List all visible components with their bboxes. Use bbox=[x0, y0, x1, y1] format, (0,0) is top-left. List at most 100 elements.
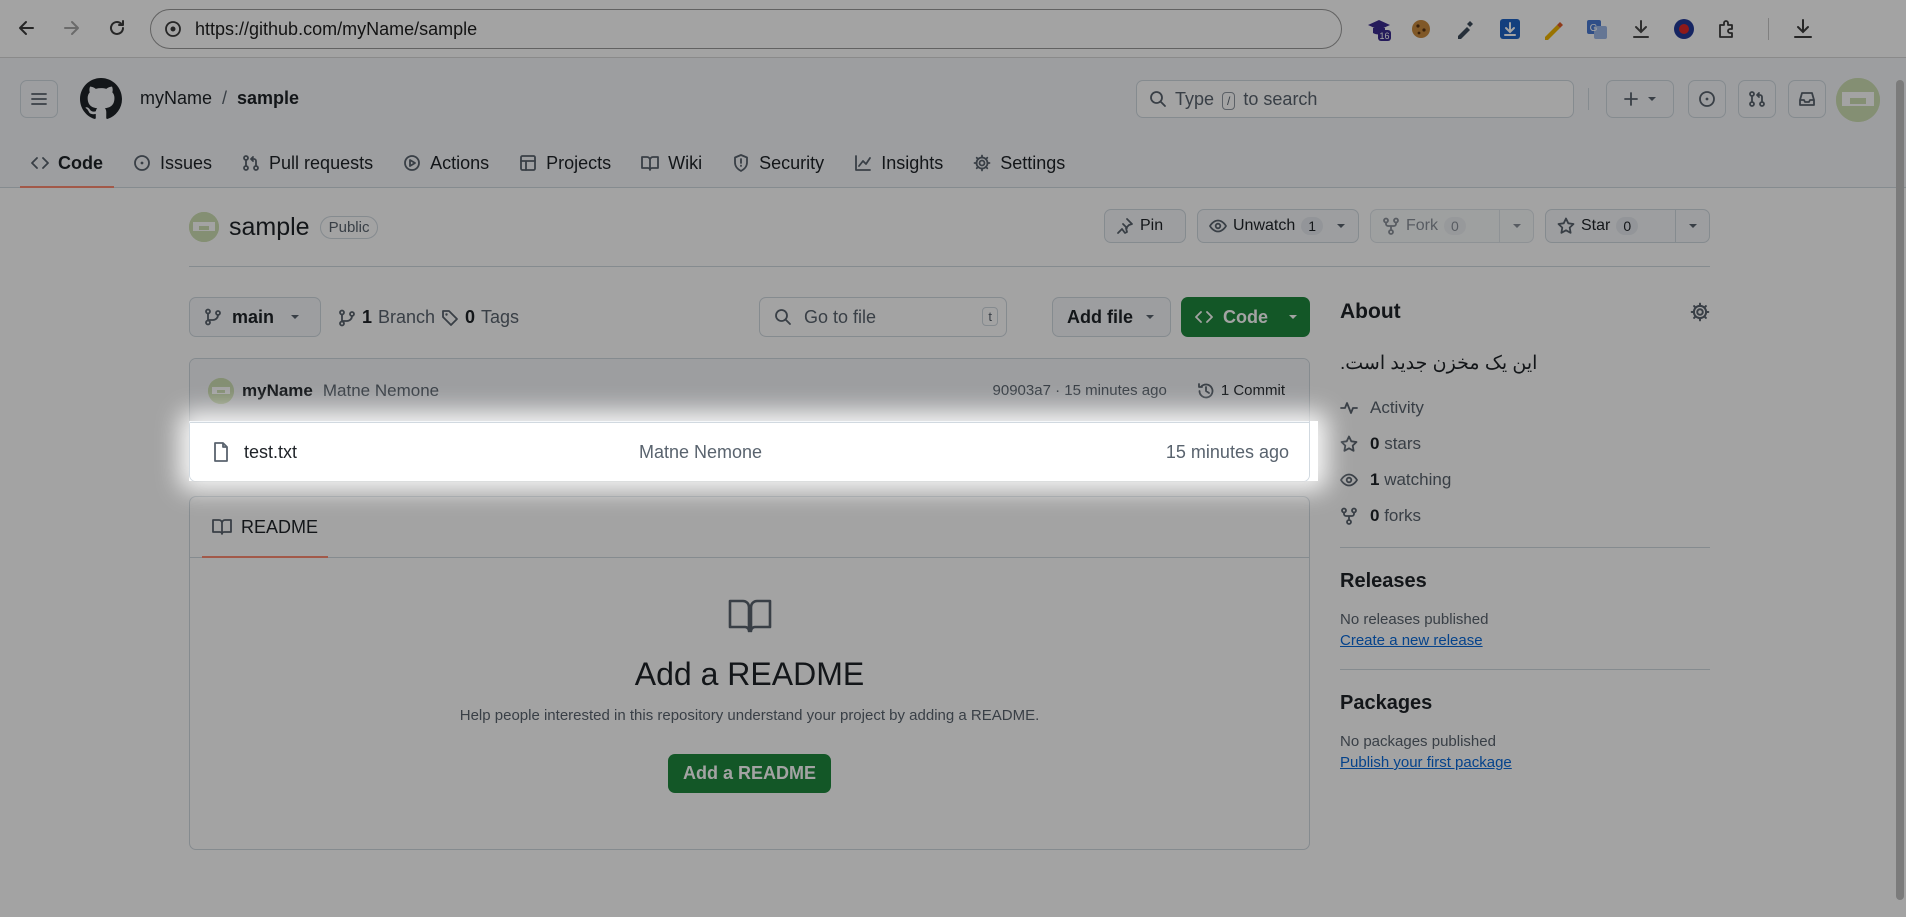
commit-author[interactable]: myName bbox=[242, 381, 313, 401]
branches-link[interactable]: 1 Branch bbox=[338, 307, 435, 328]
commit-history-link[interactable]: 1 Commit bbox=[1187, 376, 1295, 406]
chevron-down-icon bbox=[1289, 315, 1297, 319]
releases-title[interactable]: Releases bbox=[1340, 570, 1710, 593]
fork-dropdown[interactable] bbox=[1499, 210, 1533, 242]
add-file-button[interactable]: Add file bbox=[1052, 297, 1171, 337]
code-icon bbox=[31, 157, 49, 169]
play-icon bbox=[404, 155, 420, 171]
repo-name[interactable]: sample bbox=[229, 213, 310, 242]
search-input[interactable]: Type / to search bbox=[1136, 80, 1574, 118]
reload-button[interactable] bbox=[102, 13, 132, 43]
pin-icon bbox=[1117, 218, 1133, 234]
tab-label: Security bbox=[759, 152, 825, 173]
publish-package-link[interactable]: Publish your first package bbox=[1340, 754, 1710, 771]
github-logo-icon[interactable] bbox=[80, 78, 122, 120]
tab-label: Wiki bbox=[668, 152, 703, 173]
branch-icon bbox=[205, 308, 221, 326]
eye-icon bbox=[1209, 219, 1227, 233]
gear-icon[interactable] bbox=[1690, 302, 1710, 322]
tab-label: Actions bbox=[430, 152, 490, 173]
tab-code[interactable]: Code bbox=[20, 138, 114, 188]
about-header: About bbox=[1340, 300, 1710, 324]
forks-link[interactable]: 0 forks bbox=[1340, 505, 1710, 527]
issues-button[interactable] bbox=[1688, 80, 1726, 118]
create-new-button[interactable] bbox=[1606, 80, 1674, 118]
toolbar-separator bbox=[1768, 18, 1769, 40]
commit-hash-time[interactable]: 90903a7 · 15 minutes ago bbox=[993, 382, 1167, 399]
extension-graduation-icon[interactable]: 16 bbox=[1366, 16, 1392, 42]
stars-count: 0 bbox=[1370, 434, 1380, 453]
forward-button[interactable] bbox=[56, 13, 86, 43]
tab-pull-requests[interactable]: Pull requests bbox=[231, 138, 384, 188]
breadcrumb-separator: / bbox=[222, 88, 228, 108]
activity-link[interactable]: Activity bbox=[1340, 397, 1710, 419]
create-release-link[interactable]: Create a new release bbox=[1340, 632, 1710, 649]
inbox-icon bbox=[1799, 92, 1815, 106]
tab-label: Settings bbox=[1000, 152, 1066, 173]
branch-selector[interactable]: main bbox=[189, 297, 321, 337]
downloads-tray-icon[interactable] bbox=[1790, 16, 1816, 42]
pull-requests-button[interactable] bbox=[1738, 80, 1776, 118]
tab-settings[interactable]: Settings bbox=[962, 138, 1076, 188]
tab-label: Pull requests bbox=[269, 152, 374, 173]
file-name[interactable]: test.txt bbox=[244, 442, 639, 463]
repo-link[interactable]: sample bbox=[237, 88, 299, 109]
tab-security[interactable]: Security bbox=[721, 138, 835, 188]
code-button[interactable]: Code bbox=[1181, 297, 1310, 337]
file-commit-message[interactable]: Matne Nemone bbox=[639, 442, 762, 463]
code-label: Code bbox=[1223, 306, 1268, 327]
issue-icon bbox=[134, 155, 150, 171]
site-info-icon[interactable] bbox=[163, 19, 183, 39]
sidebar-divider bbox=[1340, 669, 1710, 670]
pin-button[interactable]: Pin bbox=[1104, 209, 1186, 243]
highlighter-extension-icon[interactable] bbox=[1540, 16, 1566, 42]
table-icon bbox=[520, 155, 537, 171]
about-title: About bbox=[1340, 300, 1401, 323]
fork-button[interactable]: Fork 0 bbox=[1370, 209, 1534, 243]
unwatch-button[interactable]: Unwatch 1 bbox=[1197, 209, 1359, 243]
extensions-puzzle-icon[interactable] bbox=[1714, 16, 1740, 42]
tag-label: Tags bbox=[481, 307, 520, 327]
file-row[interactable]: test.txt Matne Nemone 15 minutes ago bbox=[190, 423, 1309, 481]
tags-link[interactable]: 0 Tags bbox=[441, 307, 519, 328]
chevron-down-icon bbox=[1688, 224, 1697, 228]
watching-link[interactable]: 1 watching bbox=[1340, 469, 1710, 491]
packages-title[interactable]: Packages bbox=[1340, 692, 1710, 715]
tab-issues[interactable]: Issues bbox=[122, 138, 223, 188]
user-avatar[interactable] bbox=[1836, 78, 1880, 122]
page-scrollbar[interactable] bbox=[1896, 80, 1904, 900]
fork-counter: 0 bbox=[1444, 217, 1466, 235]
readme-tab[interactable]: README bbox=[202, 497, 329, 558]
star-dropdown[interactable] bbox=[1675, 210, 1709, 242]
stars-link[interactable]: 0 stars bbox=[1340, 433, 1710, 455]
tab-wiki[interactable]: Wiki bbox=[630, 138, 713, 188]
tab-projects[interactable]: Projects bbox=[508, 138, 622, 188]
chevron-down-icon bbox=[1648, 97, 1656, 101]
owner-link[interactable]: myName bbox=[140, 88, 212, 109]
star-button[interactable]: Star 0 bbox=[1545, 209, 1710, 243]
commit-message[interactable]: Matne Nemone bbox=[323, 381, 439, 401]
cookie-extension-icon[interactable] bbox=[1408, 16, 1434, 42]
book-icon bbox=[728, 598, 772, 634]
forward-arrow-icon bbox=[64, 21, 79, 35]
readme-title: Add a README bbox=[634, 656, 865, 692]
bug-extension-icon[interactable] bbox=[1671, 16, 1697, 42]
chevron-down-icon[interactable] bbox=[1336, 221, 1346, 231]
eyedropper-extension-icon[interactable] bbox=[1452, 16, 1478, 42]
tab-insights[interactable]: Insights bbox=[843, 138, 954, 188]
extension-badge: 16 bbox=[1379, 31, 1389, 41]
add-readme-button[interactable]: Add a README bbox=[667, 754, 831, 793]
branch-icon bbox=[339, 309, 355, 326]
star-label: Star bbox=[1581, 217, 1611, 234]
tab-actions[interactable]: Actions bbox=[392, 138, 500, 188]
translate-extension-icon[interactable]: G bbox=[1584, 16, 1610, 42]
address-bar[interactable]: https://github.com/myName/sample bbox=[150, 9, 1342, 49]
commit-author-avatar bbox=[208, 377, 234, 404]
download-manager-icon[interactable] bbox=[1497, 16, 1523, 42]
go-to-file-input[interactable]: Go to file t bbox=[759, 297, 1007, 337]
back-button[interactable] bbox=[12, 13, 42, 43]
download-icon[interactable] bbox=[1628, 16, 1654, 42]
file-icon bbox=[214, 442, 228, 462]
menu-button[interactable] bbox=[20, 80, 58, 118]
inbox-button[interactable] bbox=[1788, 80, 1826, 118]
